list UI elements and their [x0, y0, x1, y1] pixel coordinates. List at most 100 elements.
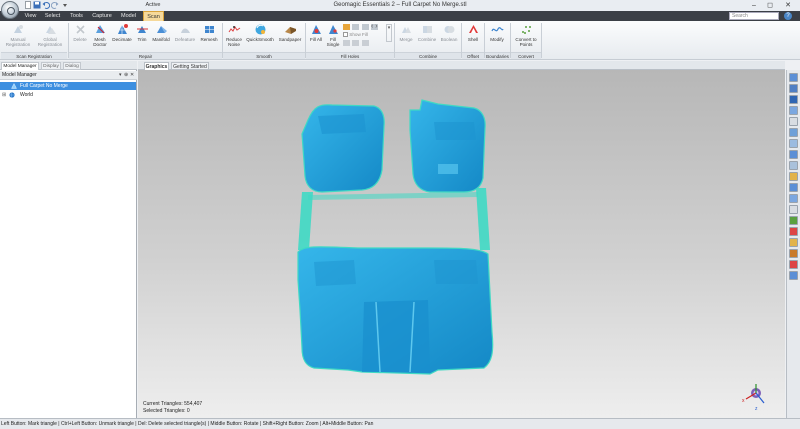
close-icon[interactable]: ✕	[781, 0, 795, 10]
combine-button[interactable]: Combine	[416, 23, 438, 53]
view-tool-icon[interactable]	[789, 216, 798, 225]
view-tool-icon[interactable]	[789, 161, 798, 170]
fill-tool-icon[interactable]	[352, 40, 360, 46]
view-tool-icon[interactable]	[789, 73, 798, 82]
fill-single-button[interactable]: Fill Single	[325, 23, 341, 53]
tab-scan[interactable]: Scan	[143, 11, 164, 21]
tab-select[interactable]: Select	[43, 11, 62, 21]
fill-option-icon[interactable]	[343, 24, 350, 30]
tab-getting-started[interactable]: Getting Started	[171, 62, 209, 70]
shell-button[interactable]: Shell	[464, 23, 482, 53]
front-right-mat	[409, 99, 486, 193]
carpet-mesh-model[interactable]	[138, 70, 785, 418]
modify-button[interactable]: Modify	[486, 23, 508, 53]
defeature-button[interactable]: Defeature	[173, 23, 197, 53]
quicksmooth-button[interactable]: QuickSmooth	[245, 23, 275, 53]
front-right-mat-pad	[438, 164, 458, 174]
remesh-button[interactable]: Remesh	[198, 23, 220, 53]
view-tool-icon[interactable]	[789, 205, 798, 214]
show-fill-label: Show Fill	[349, 32, 368, 37]
global-registration-label: Global Registration	[37, 37, 63, 47]
boolean-button[interactable]: Boolean	[439, 23, 459, 53]
merge-button[interactable]: Merge	[397, 23, 415, 53]
tab-model-manager[interactable]: Model Manager	[1, 62, 39, 70]
quicksmooth-label: QuickSmooth	[246, 37, 274, 42]
view-toolbar	[786, 70, 800, 418]
expand-icon[interactable]: ⊞	[2, 91, 6, 99]
tab-tools[interactable]: Tools	[68, 11, 85, 21]
fill-all-button[interactable]: Fill All	[308, 23, 324, 53]
quicksmooth-icon	[254, 23, 267, 36]
view-tool-icon[interactable]	[789, 249, 798, 258]
view-tool-icon[interactable]	[789, 227, 798, 236]
manual-registration-button[interactable]: Manual Registration	[3, 23, 33, 53]
window-title: Geomagic Essentials 2 – Full Carpet No M…	[333, 2, 467, 8]
fill-all-label: Fill All	[310, 37, 322, 42]
redo-icon[interactable]	[51, 1, 59, 9]
fill-option-icon[interactable]	[352, 24, 360, 30]
view-tool-icon[interactable]	[789, 128, 798, 137]
view-tool-icon[interactable]	[789, 139, 798, 148]
mesh-doctor-label: Mesh Doctor	[93, 37, 107, 47]
view-tool-icon[interactable]	[789, 106, 798, 115]
customize-qat-icon[interactable]	[61, 1, 69, 9]
global-registration-button[interactable]: Global Registration	[35, 23, 65, 53]
global-registration-icon	[44, 23, 57, 36]
mesh-doctor-button[interactable]: Mesh Doctor	[90, 23, 110, 53]
document-tabs: Graphics Getting Started	[138, 61, 785, 70]
tab-capture[interactable]: Capture	[91, 11, 113, 21]
tree-item-full-carpet[interactable]: Full Carpet No Merge	[0, 82, 136, 90]
show-fill-checkbox[interactable]: Show Fill	[343, 32, 368, 38]
remesh-label: Remesh	[200, 37, 218, 42]
sandpaper-button[interactable]: Sandpaper	[277, 23, 303, 53]
carpet-connector-right	[476, 188, 490, 250]
convert-to-points-button[interactable]: Convert to Points	[512, 23, 540, 53]
view-tool-icon[interactable]	[789, 194, 798, 203]
tab-display[interactable]: Display	[41, 62, 61, 70]
pin-icon[interactable]: ​▾	[119, 71, 122, 80]
group-offset: Offset	[462, 52, 484, 59]
mesh-doctor-icon	[94, 23, 107, 36]
auto-hide-icon[interactable]: ⊕	[124, 71, 128, 80]
tree-item-label: Full Carpet No Merge	[20, 83, 68, 89]
fill-tool-icon[interactable]	[343, 40, 350, 46]
maximize-icon[interactable]: ◻	[763, 0, 777, 10]
undo-icon[interactable]	[42, 1, 50, 9]
manifold-button[interactable]: Manifold	[151, 23, 171, 53]
tree-item-world[interactable]: ⊞ World	[0, 91, 136, 99]
tab-dialog[interactable]: Dialog	[63, 62, 81, 70]
application-menu-button[interactable]	[1, 1, 19, 19]
view-tool-icon[interactable]	[789, 260, 798, 269]
fill-all-icon	[310, 23, 323, 36]
minimize-icon[interactable]: –	[747, 0, 761, 10]
trim-button[interactable]: Trim	[134, 23, 150, 53]
view-tool-icon[interactable]	[789, 172, 798, 181]
view-tool-icon[interactable]	[789, 84, 798, 93]
panel-close-icon[interactable]: ✕	[130, 71, 134, 80]
fill-option-icon[interactable]	[361, 24, 369, 30]
fill-tool-icon[interactable]	[361, 40, 369, 46]
ribbon-divider	[541, 23, 542, 58]
save-icon[interactable]	[33, 1, 41, 9]
view-triad-icon[interactable]: x z	[736, 381, 772, 411]
search-input[interactable]: Search	[729, 12, 779, 20]
delete-label: Delete	[73, 37, 87, 42]
reduce-noise-label: Reduce Noise	[226, 37, 242, 47]
tab-graphics[interactable]: Graphics	[144, 62, 169, 70]
view-tool-icon[interactable]	[789, 271, 798, 280]
tab-model[interactable]: Model	[119, 11, 138, 21]
new-file-icon[interactable]	[24, 1, 32, 9]
graphics-viewport[interactable]: Current Triangles: 554,407 Selected Tria…	[138, 70, 785, 418]
fill-gallery-more[interactable]: ▾	[386, 24, 392, 42]
view-tool-icon[interactable]	[789, 117, 798, 126]
help-icon[interactable]: ?	[784, 12, 792, 20]
reduce-noise-button[interactable]: Reduce Noise	[225, 23, 243, 53]
decimate-button[interactable]: Decimate	[111, 23, 133, 53]
view-tool-icon[interactable]	[789, 95, 798, 104]
view-tool-icon[interactable]	[789, 238, 798, 247]
tab-view[interactable]: View	[22, 11, 39, 21]
fill-gallery-scroll[interactable]: ‹ ›	[371, 23, 378, 30]
delete-button[interactable]: Delete	[71, 23, 89, 53]
view-tool-icon[interactable]	[789, 183, 798, 192]
view-tool-icon[interactable]	[789, 150, 798, 159]
